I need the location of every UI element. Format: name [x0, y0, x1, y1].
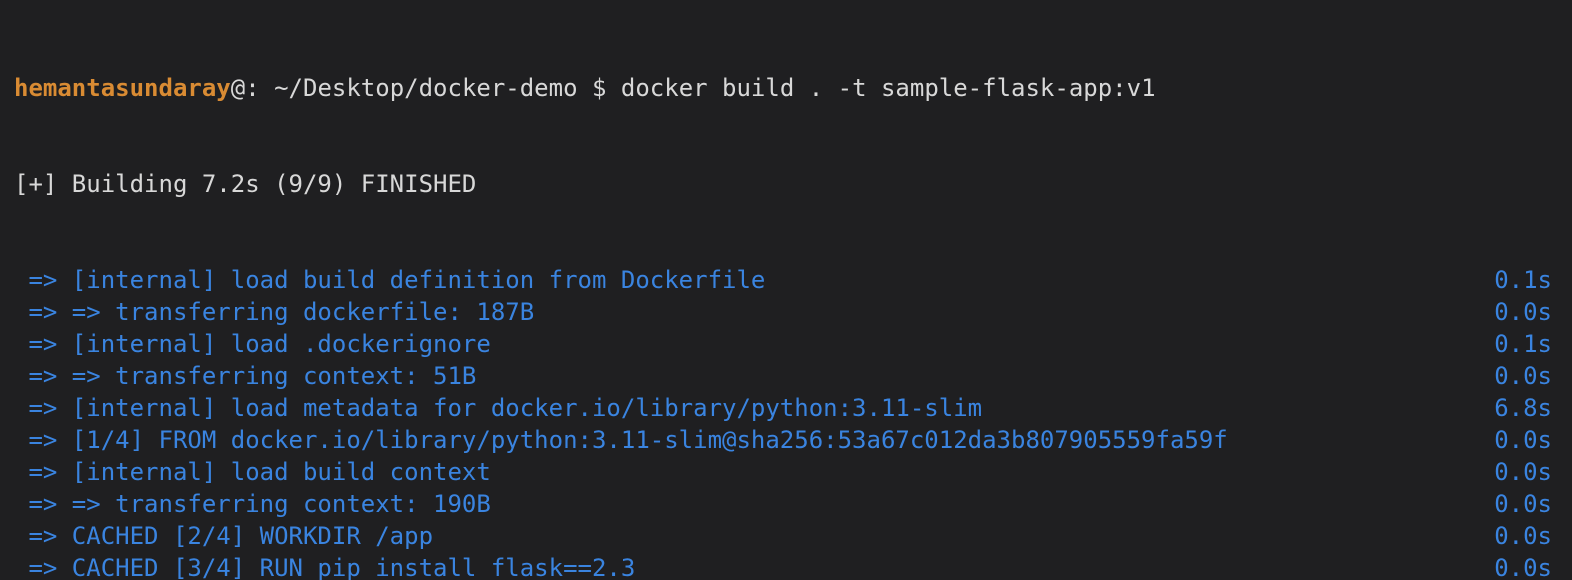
build-step-text: => => transferring context: 51B: [14, 360, 476, 392]
build-step-text: => => transferring context: 190B: [14, 488, 491, 520]
build-step-time: 0.0s: [1494, 456, 1558, 488]
build-step-time: 0.0s: [1494, 520, 1558, 552]
build-step-text: => [internal] load metadata for docker.i…: [14, 392, 982, 424]
build-step-time: 0.0s: [1494, 360, 1558, 392]
prompt-path: @: ~/Desktop/docker-demo $: [231, 74, 621, 102]
build-step-row: => => transferring dockerfile: 187B 0.0s: [14, 296, 1558, 328]
build-step-row: => [internal] load metadata for docker.i…: [14, 392, 1558, 424]
build-step-time: 6.8s: [1494, 392, 1558, 424]
prompt-user: hemantasundaray: [14, 74, 231, 102]
build-step-text: => CACHED [2/4] WORKDIR /app: [14, 520, 433, 552]
build-step-text: => [internal] load .dockerignore: [14, 328, 491, 360]
prompt-line: hemantasundaray@: ~/Desktop/docker-demo …: [14, 72, 1558, 104]
entered-command: docker build . -t sample-flask-app:v1: [621, 74, 1156, 102]
build-step-text: => [internal] load build context: [14, 456, 491, 488]
build-step-text: => [internal] load build definition from…: [14, 264, 765, 296]
build-step-time: 0.0s: [1494, 424, 1558, 456]
build-step-row: => [internal] load .dockerignore 0.1s: [14, 328, 1558, 360]
build-step-time: 0.0s: [1494, 552, 1558, 580]
build-step-row: => CACHED [3/4] RUN pip install flask==2…: [14, 552, 1558, 580]
build-step-row: => [1/4] FROM docker.io/library/python:3…: [14, 424, 1558, 456]
build-step-time: 0.0s: [1494, 296, 1558, 328]
build-step-time: 0.1s: [1494, 328, 1558, 360]
build-status-line: [+] Building 7.2s (9/9) FINISHED: [14, 168, 1558, 200]
build-step-text: => CACHED [3/4] RUN pip install flask==2…: [14, 552, 635, 580]
build-step-time: 0.0s: [1494, 488, 1558, 520]
build-step-row: => => transferring context: 190B 0.0s: [14, 488, 1558, 520]
build-step-row: => => transferring context: 51B 0.0s: [14, 360, 1558, 392]
build-step-text: => => transferring dockerfile: 187B: [14, 296, 534, 328]
build-steps: => [internal] load build definition from…: [14, 264, 1558, 580]
build-step-row: => CACHED [2/4] WORKDIR /app 0.0s: [14, 520, 1558, 552]
build-step-time: 0.1s: [1494, 264, 1558, 296]
terminal-pane[interactable]: hemantasundaray@: ~/Desktop/docker-demo …: [0, 0, 1572, 580]
build-step-row: => [internal] load build context 0.0s: [14, 456, 1558, 488]
build-step-row: => [internal] load build definition from…: [14, 264, 1558, 296]
build-step-text: => [1/4] FROM docker.io/library/python:3…: [14, 424, 1228, 456]
